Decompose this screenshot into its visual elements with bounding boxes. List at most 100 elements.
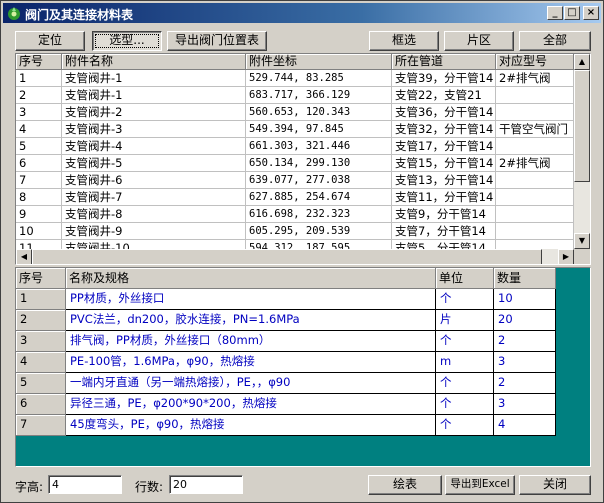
close-button[interactable]: 关闭: [519, 475, 591, 495]
row-number: 5: [16, 373, 66, 394]
export-excel-button[interactable]: 导出到Excel: [445, 475, 515, 495]
row-count-input[interactable]: [169, 475, 243, 494]
column-header[interactable]: 单位: [436, 268, 494, 289]
table-row[interactable]: 4 支管阀井-3 549.394, 97.845 支管32，分干管14 干管空气阀门: [16, 121, 574, 138]
arrow-right-icon[interactable]: ▶: [558, 249, 574, 264]
table-cell: 529.744, 83.285: [246, 70, 392, 87]
close-window-button[interactable]: ×: [583, 6, 599, 20]
table-cell: 支管22，支管21: [392, 87, 496, 104]
arrow-left-icon[interactable]: ◀: [16, 249, 32, 264]
vertical-scrollbar[interactable]: ▲ ▼: [574, 54, 590, 249]
table-cell: [496, 138, 574, 155]
table-cell: 683.717, 366.129: [246, 87, 392, 104]
table-row[interactable]: 2 支管阀井-1 683.717, 366.129 支管22，支管21: [16, 87, 574, 104]
table-cell: 个: [436, 331, 494, 352]
font-height-input[interactable]: [48, 475, 122, 494]
table-row[interactable]: 6 支管阀井-5 650.134, 299.130 支管15，分干管14 2#排气阀: [16, 155, 574, 172]
table-row[interactable]: 9 支管阀井-8 616.698, 232.323 支管9，分干管14: [16, 206, 574, 223]
table-cell: 支管阀井-1: [62, 87, 246, 104]
valve-app-icon: [8, 7, 20, 20]
table-row[interactable]: 7 45度弯头，PE，φ90，热熔接个 4: [16, 415, 556, 436]
table-cell: 3: [494, 394, 556, 415]
table-cell: PE-100管，1.6MPa，φ90，热熔接: [66, 352, 436, 373]
title-bar[interactable]: 阀门及其连接材料表 _ □ ×: [3, 3, 601, 23]
table-row[interactable]: 5 一端内牙直通（另一端热熔接），PE，，φ90 个 2: [16, 373, 556, 394]
table-row[interactable]: 4 PE-100管，1.6MPa，φ90，热熔接 m 3: [16, 352, 556, 373]
maximize-button[interactable]: □: [564, 6, 580, 20]
table-cell: 支管15，分干管14: [392, 155, 496, 172]
table-cell: [496, 104, 574, 121]
table-cell: 5: [16, 138, 62, 155]
main-window: 阀门及其连接材料表 _ □ × 定位 选型... 导出阀门位置表 框选 片区 全…: [0, 0, 604, 503]
table-cell: PVC法兰，dn200，胶水连接，PN=1.6MPa: [66, 310, 436, 331]
table-cell: 排气阀，PP材质，外丝接口（80mm）: [66, 331, 436, 352]
scroll-thumb[interactable]: [574, 70, 590, 182]
locate-button[interactable]: 定位: [15, 31, 85, 51]
table-row[interactable]: 1 支管阀井-1 529.744, 83.285 支管39，分干管14 2#排气阀: [16, 70, 574, 87]
valve-table-header: 序号 附件名称 附件坐标 所在管道 对应型号: [16, 54, 574, 70]
valve-table[interactable]: 序号 附件名称 附件坐标 所在管道 对应型号 1 支管阀井-1 529.744, 8…: [15, 53, 591, 265]
column-header[interactable]: 数量: [494, 268, 556, 289]
row-number: 4: [16, 352, 66, 373]
table-row[interactable]: 3 排气阀，PP材质，外丝接口（80mm）个 2: [16, 331, 556, 352]
column-header[interactable]: 对应型号: [496, 54, 574, 70]
table-cell: 支管9，分干管14: [392, 206, 496, 223]
table-cell: 2: [494, 331, 556, 352]
all-button[interactable]: 全部: [519, 31, 591, 51]
table-cell: [496, 223, 574, 240]
box-select-button[interactable]: 框选: [369, 31, 439, 51]
column-header[interactable]: 名称及规格: [66, 268, 436, 289]
column-header[interactable]: 附件名称: [62, 54, 246, 70]
table-cell: 异径三通，PE，φ200*90*200，热熔接: [66, 394, 436, 415]
horizontal-scrollbar[interactable]: ◀ ▶: [16, 249, 574, 264]
table-cell: [496, 206, 574, 223]
column-header[interactable]: 序号: [16, 54, 62, 70]
table-cell: 支管阀井-7: [62, 189, 246, 206]
table-cell: 1: [16, 70, 62, 87]
table-cell: 45度弯头，PE，φ90，热熔接: [66, 415, 436, 436]
minimize-button[interactable]: _: [547, 6, 563, 20]
export-positions-button[interactable]: 导出阀门位置表: [167, 31, 267, 51]
arrow-down-icon[interactable]: ▼: [574, 233, 590, 249]
material-table[interactable]: 序号 名称及规格 单位 数量 1 PP材质，外丝接口个 10 2 PVC法兰，dn200…: [15, 267, 591, 467]
table-row[interactable]: 7 支管阀井-6 639.077, 277.038 支管13，分干管14: [16, 172, 574, 189]
table-cell: 支管17，分干管14: [392, 138, 496, 155]
table-cell: 个: [436, 415, 494, 436]
draw-table-button[interactable]: 绘表: [368, 475, 442, 495]
table-row[interactable]: 8 支管阀井-7 627.885, 254.674 支管11，分干管14: [16, 189, 574, 206]
table-cell: 个: [436, 373, 494, 394]
material-table-body: 1 PP材质，外丝接口个 10 2 PVC法兰，dn200，胶水连接，PN=1.6MPa…: [16, 289, 556, 436]
table-cell: 3: [494, 352, 556, 373]
table-row[interactable]: 1 PP材质，外丝接口个 10: [16, 289, 556, 310]
table-row[interactable]: 5 支管阀井-4 661.303, 321.446 支管17，分干管14: [16, 138, 574, 155]
table-cell: 个: [436, 394, 494, 415]
column-header[interactable]: 所在管道: [392, 54, 496, 70]
scroll-thumb[interactable]: [32, 249, 542, 264]
table-cell: 650.134, 299.130: [246, 155, 392, 172]
table-cell: 9: [16, 206, 62, 223]
area-button[interactable]: 片区: [444, 31, 514, 51]
table-row[interactable]: 2 PVC法兰，dn200，胶水连接，PN=1.6MPa 片 20: [16, 310, 556, 331]
table-row[interactable]: 10 支管阀井-9 605.295, 209.539 支管7，分干管14: [16, 223, 574, 240]
table-cell: 3: [16, 104, 62, 121]
column-header[interactable]: 序号: [16, 268, 66, 289]
table-cell: 支管13，分干管14: [392, 172, 496, 189]
table-cell: 560.653, 120.343: [246, 104, 392, 121]
arrow-up-icon[interactable]: ▲: [574, 54, 590, 70]
row-number: 1: [16, 289, 66, 310]
table-cell: 605.295, 209.539: [246, 223, 392, 240]
table-cell: 6: [16, 155, 62, 172]
row-count-label: 行数:: [135, 480, 164, 494]
table-cell: 支管39，分干管14: [392, 70, 496, 87]
table-row[interactable]: 6 异径三通，PE，φ200*90*200，热熔接个 3: [16, 394, 556, 415]
table-cell: 8: [16, 189, 62, 206]
table-cell: 2#排气阀: [496, 155, 574, 172]
table-cell: 2: [494, 373, 556, 394]
column-header[interactable]: 附件坐标: [246, 54, 392, 70]
table-row[interactable]: 3 支管阀井-2 560.653, 120.343 支管36，分干管14: [16, 104, 574, 121]
table-cell: 661.303, 321.446: [246, 138, 392, 155]
table-cell: 支管阀井-4: [62, 138, 246, 155]
table-cell: 支管阀井-5: [62, 155, 246, 172]
table-cell: 7: [16, 172, 62, 189]
select-type-button[interactable]: 选型...: [92, 31, 162, 51]
